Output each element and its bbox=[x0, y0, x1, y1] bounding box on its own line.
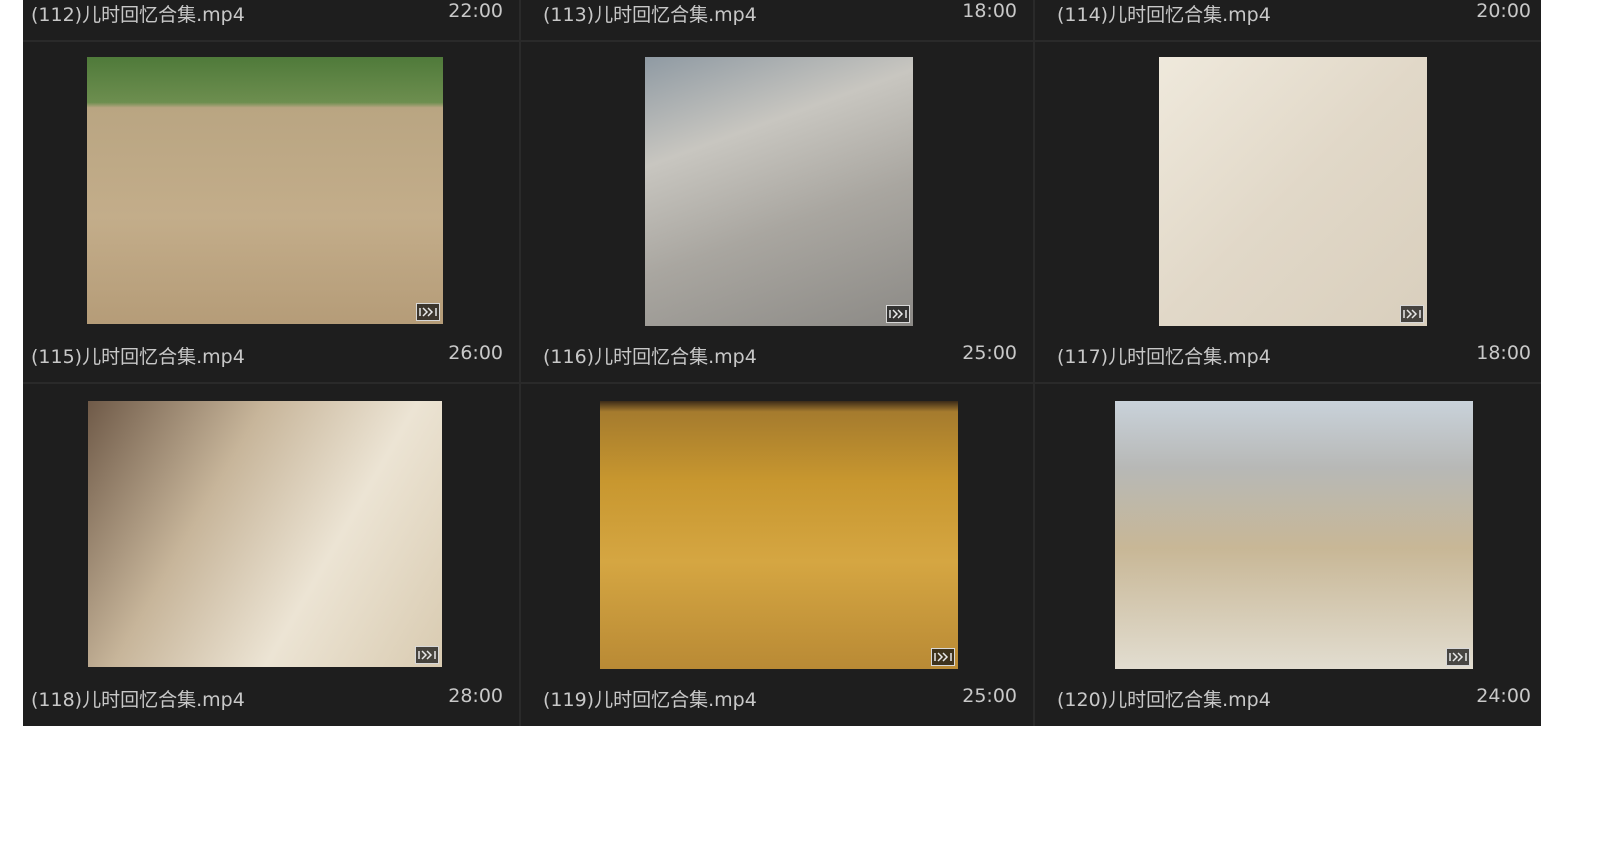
duration: 18:00 bbox=[962, 0, 1017, 22]
file-name: (116)儿时回忆合集.mp4 bbox=[543, 346, 757, 368]
video-thumbnail[interactable] bbox=[645, 57, 913, 326]
film-icon bbox=[886, 305, 910, 323]
file-name: (118)儿时回忆合集.mp4 bbox=[31, 689, 245, 711]
film-icon bbox=[416, 303, 440, 321]
duration: 18:00 bbox=[1476, 342, 1531, 364]
video-thumbnail[interactable] bbox=[600, 401, 958, 669]
duration: 24:00 bbox=[1476, 685, 1531, 707]
media-item-114[interactable]: (114)儿时回忆合集.mp4 20:00 bbox=[1035, 0, 1541, 40]
file-name: (113)儿时回忆合集.mp4 bbox=[543, 4, 757, 26]
duration: 26:00 bbox=[448, 342, 503, 364]
video-thumbnail[interactable] bbox=[87, 57, 443, 324]
media-item-118[interactable]: (118)儿时回忆合集.mp4 28:00 bbox=[23, 384, 519, 726]
video-thumbnail[interactable] bbox=[1159, 57, 1427, 326]
film-icon bbox=[415, 646, 439, 664]
film-icon bbox=[1400, 305, 1424, 323]
media-item-113[interactable]: (113)儿时回忆合集.mp4 18:00 bbox=[521, 0, 1033, 40]
media-item-119[interactable]: (119)儿时回忆合集.mp4 25:00 bbox=[521, 384, 1033, 726]
file-name: (115)儿时回忆合集.mp4 bbox=[31, 346, 245, 368]
file-name: (117)儿时回忆合集.mp4 bbox=[1057, 346, 1271, 368]
media-item-112[interactable]: (112)儿时回忆合集.mp4 22:00 bbox=[23, 0, 519, 40]
file-name: (114)儿时回忆合集.mp4 bbox=[1057, 4, 1271, 26]
file-name: (112)儿时回忆合集.mp4 bbox=[31, 4, 245, 26]
video-thumbnail[interactable] bbox=[1115, 401, 1473, 669]
film-icon bbox=[931, 648, 955, 666]
duration: 20:00 bbox=[1476, 0, 1531, 22]
duration: 25:00 bbox=[962, 685, 1017, 707]
file-name: (120)儿时回忆合集.mp4 bbox=[1057, 689, 1271, 711]
media-item-116[interactable]: (116)儿时回忆合集.mp4 25:00 bbox=[521, 42, 1033, 382]
duration: 22:00 bbox=[448, 0, 503, 22]
media-grid: (112)儿时回忆合集.mp4 22:00 (113)儿时回忆合集.mp4 18… bbox=[23, 0, 1541, 726]
media-item-120[interactable]: (120)儿时回忆合集.mp4 24:00 bbox=[1035, 384, 1541, 726]
duration: 25:00 bbox=[962, 342, 1017, 364]
duration: 28:00 bbox=[448, 685, 503, 707]
media-item-117[interactable]: (117)儿时回忆合集.mp4 18:00 bbox=[1035, 42, 1541, 382]
video-thumbnail[interactable] bbox=[88, 401, 442, 667]
file-name: (119)儿时回忆合集.mp4 bbox=[543, 689, 757, 711]
media-item-115[interactable]: (115)儿时回忆合集.mp4 26:00 bbox=[23, 42, 519, 382]
film-icon bbox=[1446, 648, 1470, 666]
